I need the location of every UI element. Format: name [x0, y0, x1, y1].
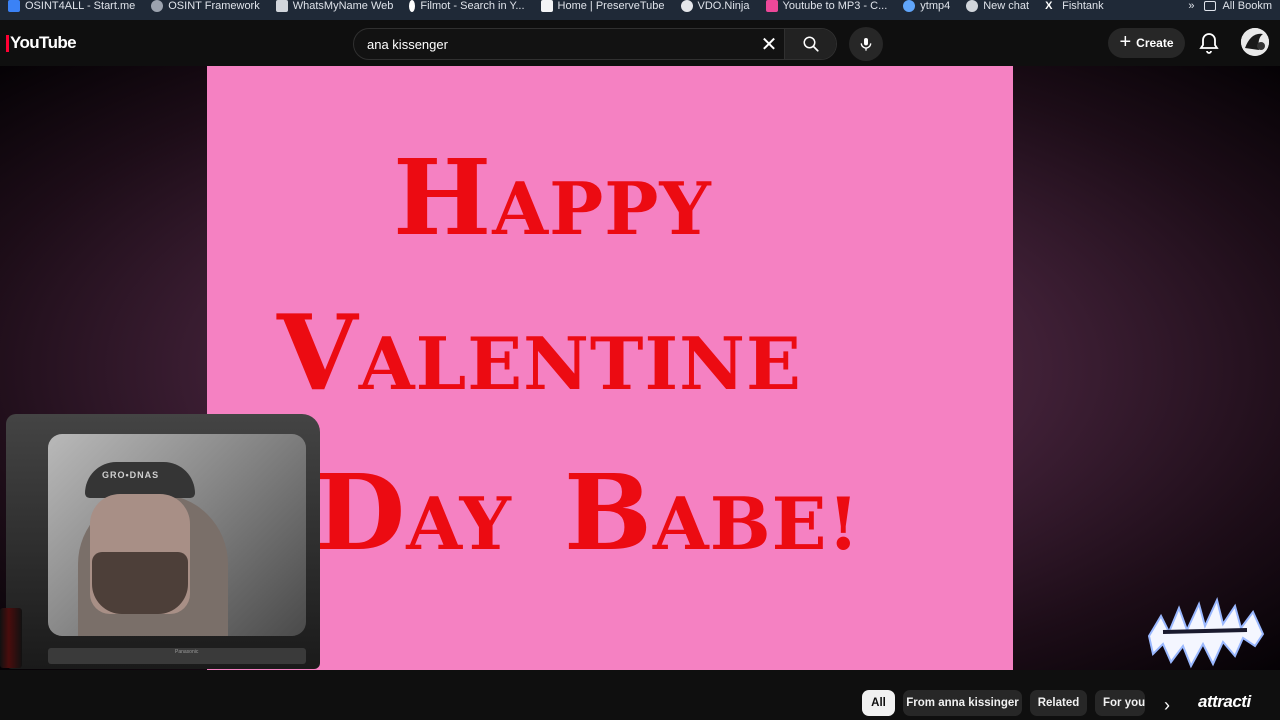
chip-from-channel[interactable]: From anna kissinger [903, 690, 1022, 716]
plus-icon: + [1119, 31, 1132, 53]
video-text-line-2: VALENTINE [277, 291, 802, 414]
related-filter-chips: All From anna kissinger Related For you … [0, 670, 1280, 720]
youtube-header: YouTube ✕ + Create [0, 20, 1280, 66]
streamer-hat [85, 462, 195, 498]
bookmark-favicon-icon [8, 0, 20, 12]
search-icon [803, 36, 819, 52]
video-text-line-3: DAY BABE! [315, 451, 861, 574]
microphone-icon [860, 38, 872, 51]
chip-related[interactable]: Related [1030, 690, 1087, 716]
bookmark-label: WhatsMyName Web [292, 0, 394, 12]
chip-for-you[interactable]: For you [1095, 690, 1145, 716]
voice-search-button[interactable] [849, 27, 883, 61]
stream-logo-icon [1147, 597, 1265, 669]
bookmark-label: Home | PreserveTube [557, 0, 665, 12]
bookmark-favicon-icon [540, 0, 553, 12]
bookmark-favicon-icon [409, 0, 416, 12]
bookmark-label: Fishtank [1062, 0, 1104, 12]
bookmark[interactable]: Youtube to MP3 - C... [758, 0, 896, 16]
search-input[interactable] [354, 29, 754, 59]
bookmark[interactable]: Filmot - Search in Y... [401, 0, 532, 16]
search-button[interactable] [784, 29, 836, 59]
streamer-beard [92, 552, 188, 614]
youtube-logo[interactable]: YouTube [6, 33, 77, 53]
bookmark-favicon-icon [275, 0, 288, 12]
bookmark[interactable]: WhatsMyName Web [268, 0, 402, 16]
account-avatar[interactable] [1241, 28, 1269, 56]
bookmark[interactable]: OSINT Framework [143, 0, 267, 16]
bookmark[interactable]: VDO.Ninja [673, 0, 758, 16]
chat-icon [966, 0, 979, 12]
bookmark-label: Filmot - Search in Y... [420, 0, 525, 12]
bookmark-label: OSINT Framework [168, 0, 260, 12]
create-button[interactable]: + Create [1108, 28, 1185, 58]
all-bookmarks-label: All Bookm [1222, 0, 1272, 12]
x-logo-icon: X [1045, 0, 1053, 12]
bookmark-label: New chat [983, 0, 1030, 12]
tv-brand-label: Panasonic [175, 649, 199, 655]
bookmark-label: ytmp4 [920, 0, 951, 12]
hat-text: GRO•DNAS [102, 470, 160, 480]
bookmarks-overflow-button[interactable]: » [1178, 0, 1204, 12]
bookmark[interactable]: ytmp4 [895, 0, 958, 16]
video-player[interactable]: HAPPY VALENTINE DAY BABE! GRO•DNAS Panas… [0, 66, 1280, 670]
all-bookmarks-button[interactable]: All Bookm [1204, 0, 1280, 12]
bookmark-label: Youtube to MP3 - C... [782, 0, 888, 12]
bookmark[interactable]: New chat [958, 0, 1037, 16]
bookmark-favicon-icon [903, 0, 916, 12]
video-text-line-1: HAPPY [393, 136, 712, 259]
bookmarks-bar: OSINT4ALL - Start.me OSINT Framework Wha… [0, 0, 1280, 20]
avatar-image-icon [1241, 28, 1269, 56]
youtube-logo-icon [6, 34, 9, 52]
energy-drink-can [0, 608, 22, 668]
logo-text: YouTube [10, 33, 77, 52]
notifications-bell-icon[interactable] [1197, 31, 1221, 55]
chip-all[interactable]: All [862, 690, 895, 716]
bookmark-label: VDO.Ninja [697, 0, 750, 12]
streamer-webcam-overlay: GRO•DNAS Panasonic [0, 412, 330, 670]
clear-search-button[interactable]: ✕ [754, 29, 784, 59]
search-box: ✕ [353, 28, 837, 60]
watermark-text: attracti [1198, 692, 1251, 711]
bookmark[interactable]: Home | PreserveTube [533, 0, 673, 16]
folder-icon [1204, 1, 1217, 11]
bookmark-favicon-icon [680, 0, 693, 12]
globe-icon [151, 0, 164, 12]
bookmark-label: OSINT4ALL - Start.me [25, 0, 136, 12]
bookmark-favicon-icon [765, 0, 778, 12]
chevron-right-icon[interactable]: › [1155, 693, 1179, 717]
bookmark[interactable]: X Fishtank [1037, 0, 1112, 16]
create-label: Create [1136, 36, 1174, 50]
bookmark[interactable]: OSINT4ALL - Start.me [0, 0, 143, 16]
